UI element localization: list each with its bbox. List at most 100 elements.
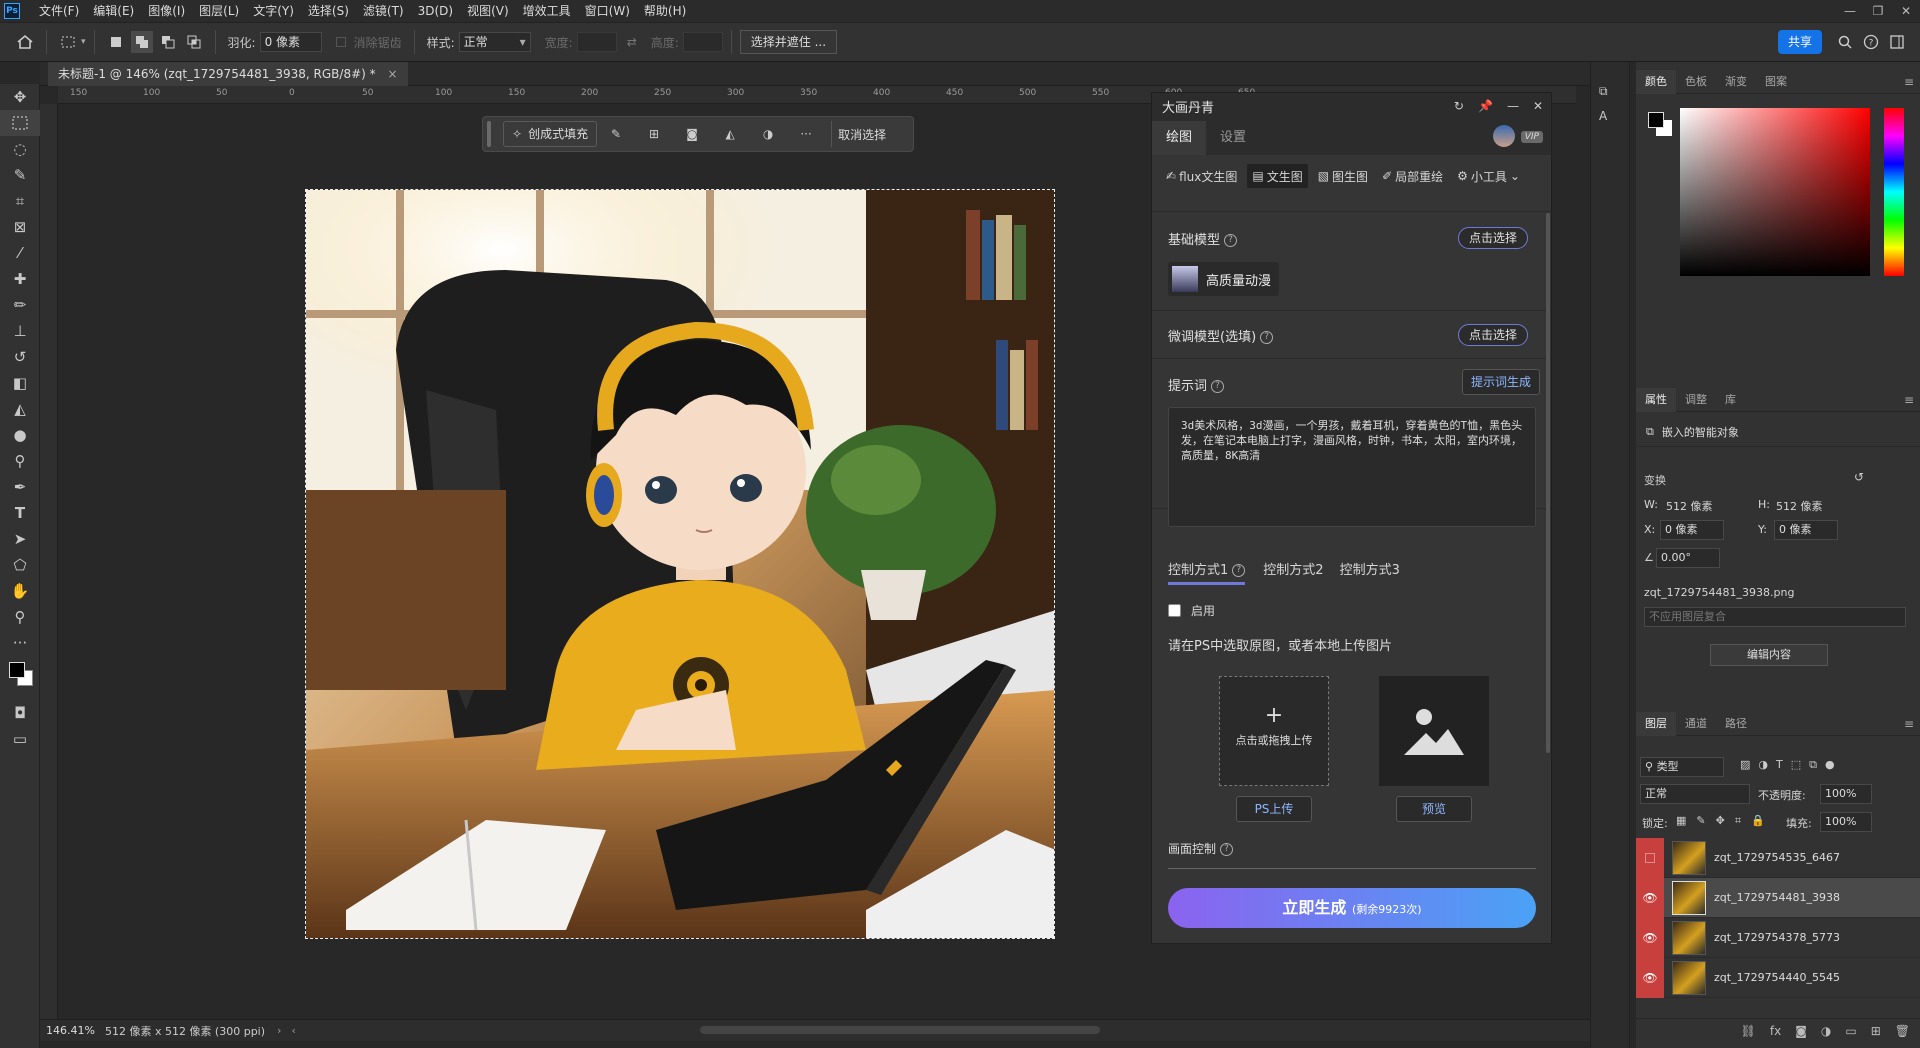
new-layer-icon[interactable]: ⊞ [1871, 1024, 1881, 1038]
quick-select-icon[interactable]: ✎ [0, 162, 40, 188]
height-input[interactable] [682, 32, 723, 52]
screen-mode-icon[interactable]: ▭ [0, 726, 40, 752]
panel-menu-icon[interactable]: ≡ [1904, 717, 1914, 731]
menu-file[interactable]: 文件(F) [32, 0, 86, 22]
brush-tool-icon[interactable]: ✏ [0, 292, 40, 318]
help-icon[interactable]: ? [1224, 234, 1238, 247]
preview-button[interactable]: 预览 [1396, 796, 1472, 822]
hue-slider[interactable] [1884, 108, 1904, 276]
menu-filter[interactable]: 滤镜(T) [356, 0, 411, 22]
history-brush-icon[interactable]: ↺ [0, 344, 40, 370]
blend-mode-select[interactable]: 正常 [1640, 784, 1750, 804]
filter-adjust-icon[interactable]: ◑ [1758, 758, 1768, 772]
search-icon[interactable] [1834, 31, 1856, 53]
lasso-tool-icon[interactable]: ◌ [0, 136, 40, 162]
tab-adjustments[interactable]: 调整 [1676, 388, 1716, 412]
lock-artboard-icon[interactable]: ⌗ [1735, 814, 1741, 828]
visibility-toggle[interactable] [1636, 837, 1664, 878]
tab-patterns[interactable]: 图案 [1756, 70, 1796, 94]
control-tab-3[interactable]: 控制方式3 [1340, 559, 1400, 585]
mode-tools[interactable]: ⚙ 小工具 ⌄ [1453, 164, 1524, 188]
new-group-icon[interactable]: ▭ [1845, 1024, 1856, 1038]
minimize-panel-icon[interactable]: — [1507, 99, 1519, 113]
new-selection-icon[interactable] [105, 31, 127, 53]
foreground-color[interactable] [9, 662, 25, 678]
control-tab-2[interactable]: 控制方式2 [1263, 559, 1323, 585]
more-tools-icon[interactable]: ··· [0, 630, 40, 656]
paint-bucket-icon[interactable]: ◭ [0, 396, 40, 422]
prompt-generate-button[interactable]: 提示词生成 [1462, 369, 1541, 395]
tab-channels[interactable]: 通道 [1676, 712, 1716, 736]
color-field[interactable] [1680, 108, 1870, 276]
swap-icon[interactable]: ⇄ [627, 35, 637, 49]
upload-dropzone[interactable]: + 点击或拖拽上传 [1219, 676, 1329, 786]
angle-input[interactable]: 0.00° [1656, 548, 1720, 568]
control-tab-1[interactable]: 控制方式1? [1168, 559, 1246, 585]
layer-row-selected[interactable]: 👁 zqt_1729754481_3938 [1636, 877, 1920, 918]
filter-smart-icon[interactable]: ⧉ [1809, 758, 1817, 772]
minimize-icon[interactable]: — [1836, 0, 1864, 22]
generative-fill-button[interactable]: ✧ 创成式填充 [503, 121, 598, 147]
tab-layers[interactable]: 图层 [1636, 711, 1676, 736]
layer-filter-select[interactable]: ⚲ 类型 [1640, 757, 1724, 777]
eraser-icon[interactable]: ◧ [0, 370, 40, 396]
clone-stamp-icon[interactable]: ⊥ [0, 318, 40, 344]
eyedropper-icon[interactable]: ⁄ [0, 240, 40, 266]
close-panel-icon[interactable]: ✕ [1533, 99, 1543, 113]
transform-selection-icon[interactable]: ⊞ [635, 127, 673, 141]
menu-type[interactable]: 文字(Y) [246, 0, 301, 22]
type-tool-icon[interactable]: T [0, 500, 40, 526]
layer-row[interactable]: 👁 zqt_1729754378_5773 [1636, 917, 1920, 958]
delete-layer-icon[interactable]: 🗑 [1895, 1024, 1910, 1038]
zoom-level[interactable]: 146.41% [46, 1024, 95, 1037]
more-options-icon[interactable]: ··· [787, 127, 825, 141]
crop-tool-icon[interactable]: ⌗ [0, 188, 40, 214]
character-panel-icon[interactable]: A [1599, 109, 1629, 123]
filter-type-icon[interactable]: T [1776, 758, 1783, 772]
plugin-scrollbar[interactable] [1546, 213, 1550, 753]
opacity-input[interactable]: 100% [1820, 784, 1872, 804]
menu-image[interactable]: 图像(I) [141, 0, 192, 22]
menu-layer[interactable]: 图层(L) [192, 0, 246, 22]
workspace-icon[interactable] [1886, 31, 1908, 53]
tab-properties[interactable]: 属性 [1636, 387, 1676, 412]
restore-icon[interactable]: ❐ [1864, 0, 1892, 22]
menu-window[interactable]: 窗口(W) [578, 0, 637, 22]
horizontal-scrollbar[interactable] [700, 1026, 1100, 1034]
healing-brush-icon[interactable]: ✚ [0, 266, 40, 292]
reset-transform-icon[interactable]: ↺ [1854, 470, 1864, 484]
ps-upload-button[interactable]: PS上传 [1236, 796, 1312, 822]
layer-comp-select[interactable]: 不应用图层复合 [1644, 607, 1906, 627]
x-input[interactable]: 0 像素 [1660, 520, 1724, 540]
mask-icon[interactable]: ◙ [673, 127, 711, 141]
menu-view[interactable]: 视图(V) [460, 0, 516, 22]
chevron-down-icon[interactable]: ▾ [81, 37, 86, 47]
help-icon[interactable]: ? [1232, 564, 1246, 577]
tab-color[interactable]: 颜色 [1636, 69, 1676, 94]
link-layers-icon[interactable]: ⛓ [1741, 1024, 1756, 1038]
intersect-selection-icon[interactable] [183, 31, 205, 53]
foreground-swatch[interactable] [1648, 112, 1664, 128]
menu-3d[interactable]: 3D(D) [411, 0, 460, 22]
subtract-selection-icon[interactable] [157, 31, 179, 53]
fill-icon[interactable]: ◭ [711, 127, 749, 141]
help-icon[interactable]: ? [1260, 331, 1274, 344]
base-model-card[interactable]: 高质量动漫 [1168, 262, 1280, 296]
filter-shape-icon[interactable]: ⬚ [1791, 758, 1801, 772]
menu-edit[interactable]: 编辑(E) [86, 0, 141, 22]
brush-modify-icon[interactable]: ✎ [597, 127, 635, 141]
panel-menu-icon[interactable]: ≡ [1904, 393, 1914, 407]
document-tab[interactable]: 未标题-1 @ 146% (zqt_1729754481_3938, RGB/8… [48, 62, 408, 86]
frame-tool-icon[interactable]: ⊠ [0, 214, 40, 240]
pen-tool-icon[interactable]: ✒ [0, 474, 40, 500]
document-image[interactable] [305, 189, 1055, 939]
tab-libraries[interactable]: 库 [1716, 388, 1745, 412]
blur-tool-icon[interactable]: ● [0, 422, 40, 448]
layer-row[interactable]: zqt_1729754535_6467 [1636, 837, 1920, 878]
refresh-icon[interactable]: ↻ [1454, 99, 1464, 113]
home-icon[interactable] [14, 31, 36, 53]
hand-tool-icon[interactable]: ✋ [0, 578, 40, 604]
mode-flux-text2img[interactable]: ✍ flux文生图 [1162, 164, 1241, 188]
chevron-right-icon[interactable]: › [277, 1024, 281, 1037]
dodge-tool-icon[interactable]: ⚲ [0, 448, 40, 474]
